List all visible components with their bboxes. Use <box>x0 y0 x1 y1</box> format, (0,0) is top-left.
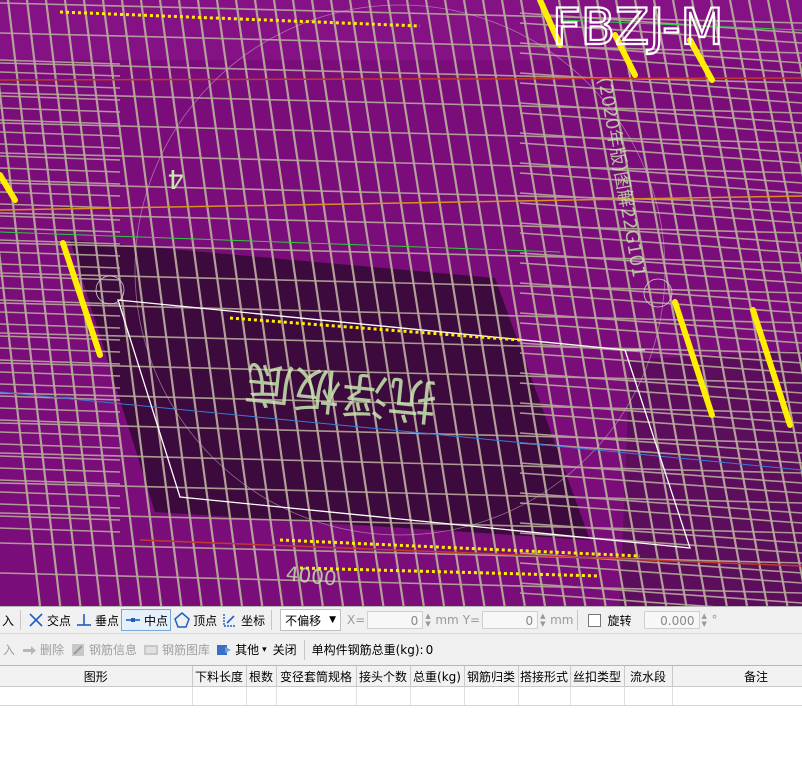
other-label: 其他 <box>235 643 260 657</box>
divider <box>577 610 579 630</box>
rotate-checkbox[interactable] <box>588 613 602 627</box>
rebar-toolbar: 入 删除 钢筋信息 钢筋图库 其他 ▾ 关闭 单构件钢筋总重(kg): 0 <box>0 634 802 666</box>
x-unit: mm <box>435 613 459 627</box>
total-weight: 单构件钢筋总重(kg): 0 <box>309 638 437 662</box>
snap-vertex-button[interactable]: 顶点 <box>171 609 219 631</box>
drawing-canvas[interactable]: 4 抗浮板底 (2020年版)图解22G101 4000 FBZJ-M <box>0 0 802 606</box>
table-cell[interactable] <box>246 686 277 706</box>
rebar-info-icon <box>72 643 85 656</box>
column-header[interactable]: 图形 <box>0 666 193 687</box>
column-header[interactable]: 丝扣类型 <box>570 666 625 687</box>
table-cell[interactable] <box>410 686 465 706</box>
table-cell[interactable] <box>672 686 802 706</box>
column-header[interactable]: 钢筋归类 <box>464 666 519 687</box>
column-header[interactable]: 变径套筒规格 <box>276 666 357 687</box>
column-header[interactable]: 流水段 <box>624 666 673 687</box>
x-input[interactable]: 0 <box>367 611 424 629</box>
table-cell[interactable] <box>356 686 411 706</box>
rebar-info-button[interactable]: 钢筋信息 <box>67 638 140 662</box>
offset-mode-select[interactable]: 不偏移 ▼ <box>280 609 342 631</box>
snap-coordinate-label: 坐标 <box>241 613 266 628</box>
divider <box>303 639 305 660</box>
column-header[interactable]: 根数 <box>246 666 277 687</box>
table-cell[interactable] <box>192 686 247 706</box>
column-header[interactable]: 搭接形式 <box>518 666 571 687</box>
y-label: Y= <box>462 613 481 627</box>
delete-button[interactable]: 删除 <box>18 638 67 662</box>
snap-intersection-label: 交点 <box>47 613 72 628</box>
cad-drawing[interactable]: 4 抗浮板底 (2020年版)图解22G101 4000 FBZJ-M <box>0 0 802 606</box>
perpendicular-icon <box>77 614 92 626</box>
vertex-icon <box>174 612 190 628</box>
coordinate-icon <box>223 614 237 627</box>
rotate-angle-input[interactable]: 0.000 <box>643 611 700 629</box>
column-header[interactable]: 接头个数 <box>356 666 411 687</box>
rebar-info-label: 钢筋信息 <box>89 643 138 657</box>
snap-coordinate-button[interactable]: 坐标 <box>219 609 267 631</box>
table-cell[interactable] <box>570 686 625 706</box>
snap-perpendicular-label: 垂点 <box>95 613 120 628</box>
table-cell[interactable] <box>276 686 357 706</box>
rebar-library-label: 钢筋图库 <box>162 643 211 657</box>
rotate-spinner-icon[interactable]: ▲ ▼ <box>702 612 710 628</box>
other-icon <box>217 644 232 655</box>
snap-intersection-button[interactable]: 交点 <box>25 609 73 631</box>
snap-vertex-label: 顶点 <box>193 613 218 628</box>
other-menu-button[interactable]: 其他 ▾ <box>213 638 270 662</box>
snap-perpendicular-button[interactable]: 垂点 <box>73 609 121 631</box>
intersection-icon <box>29 613 43 627</box>
table-cell[interactable] <box>518 686 571 706</box>
component-label: FBZJ-M <box>552 0 723 56</box>
y-unit: mm <box>550 613 574 627</box>
chevron-down-icon: ▾ <box>262 644 267 655</box>
y-spinner-icon[interactable]: ▲ ▼ <box>540 612 548 628</box>
snap-midpoint-label: 中点 <box>144 613 169 628</box>
chevron-down-icon: ▼ <box>329 615 337 625</box>
midpoint-icon <box>126 618 141 622</box>
snap-midpoint-button[interactable]: 中点 <box>121 609 172 631</box>
toolbar-cut-label: 入 <box>3 643 16 657</box>
table-cell[interactable] <box>624 686 673 706</box>
axis-label: 4 <box>167 163 184 193</box>
table-header-row: 图形 下料长度 根数 变径套筒规格 接头个数 总重(kg) 钢筋归类 搭接形式 … <box>0 666 802 687</box>
column-header[interactable]: 备注 <box>672 666 802 687</box>
rebar-table[interactable]: 图形 下料长度 根数 变径套筒规格 接头个数 总重(kg) 钢筋归类 搭接形式 … <box>0 666 802 772</box>
total-weight-value: 0 <box>425 642 434 657</box>
close-button[interactable]: 关闭 <box>270 638 300 662</box>
x-label: X= <box>347 613 366 627</box>
delete-label: 删除 <box>40 643 65 657</box>
close-label: 关闭 <box>272 643 297 657</box>
table-cell[interactable] <box>0 686 193 706</box>
x-spinner-icon[interactable]: ▲ ▼ <box>425 612 433 628</box>
delete-icon <box>23 645 37 655</box>
table-row[interactable] <box>0 686 802 706</box>
column-header[interactable]: 总重(kg) <box>410 666 465 687</box>
rebar-library-button[interactable]: 钢筋图库 <box>140 638 213 662</box>
rebar-library-icon <box>144 644 159 655</box>
toolbar-cut-label: 入 <box>2 613 15 628</box>
snap-toolbar: 入 交点 垂点 中点 顶点 坐标 不偏移 ▼ X= 0 ▲ ▼ mm Y= 0 ▲… <box>0 606 802 634</box>
degree-symbol: ° <box>711 613 718 627</box>
y-input[interactable]: 0 <box>482 611 539 629</box>
column-header[interactable]: 下料长度 <box>192 666 247 687</box>
divider <box>271 610 273 630</box>
table-cell[interactable] <box>464 686 519 706</box>
divider <box>20 610 22 630</box>
total-weight-label: 单构件钢筋总重(kg): <box>311 643 424 657</box>
offset-mode-value: 不偏移 <box>285 613 322 628</box>
rotate-label: 旋转 <box>607 613 632 628</box>
